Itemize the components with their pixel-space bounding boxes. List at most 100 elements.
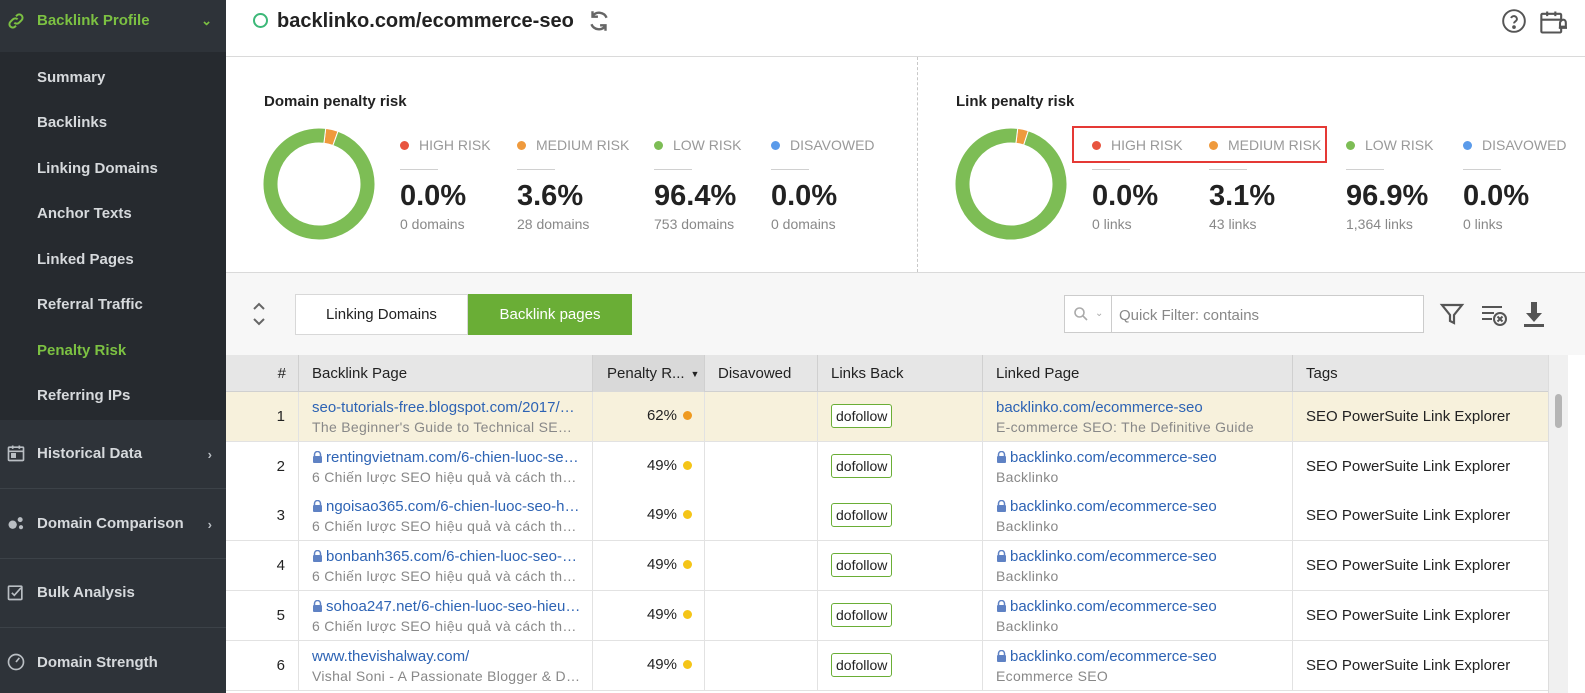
risk-dot xyxy=(683,411,692,420)
sidebar-section-label: Bulk Analysis xyxy=(37,584,135,601)
column-header-tags[interactable]: Tags xyxy=(1293,355,1548,392)
linked-page-url[interactable]: backlinko.com/ecommerce-seo xyxy=(996,598,1217,615)
column-header-links-back[interactable]: Links Back xyxy=(818,355,983,392)
backlink-url[interactable]: bonbanh365.com/6-chien-luoc-seo-hi... xyxy=(312,548,582,565)
cell-disavowed[interactable] xyxy=(705,640,818,690)
refresh-icon[interactable] xyxy=(586,8,612,34)
cell-penalty-risk: 49% xyxy=(593,491,705,541)
sidebar-item-penalty-risk[interactable]: Penalty Risk xyxy=(37,342,126,359)
penalty-value: 49% xyxy=(646,556,677,574)
sidebar-section-historical-data[interactable]: Historical Data › xyxy=(0,420,226,488)
collapse-expand-icon[interactable] xyxy=(250,300,268,328)
sidebar-section-domain-strength[interactable]: Domain Strength xyxy=(0,628,226,693)
row-number: 3 xyxy=(276,507,285,525)
cell-tags: SEO PowerSuite Link Explorer xyxy=(1293,491,1548,540)
divider xyxy=(1209,169,1247,170)
calendar-alert-icon[interactable] xyxy=(1539,8,1567,36)
cell-disavowed[interactable] xyxy=(705,392,818,441)
sidebar-section-bulk-analysis[interactable]: Bulk Analysis xyxy=(0,559,226,627)
medium-risk-count: 28 domains xyxy=(517,216,590,232)
calendar-icon xyxy=(7,445,25,462)
cell-disavowed[interactable] xyxy=(705,590,818,640)
risk-dot xyxy=(683,460,692,470)
table-row[interactable]: 3 ngoisao365.com/6-chien-luoc-seo-hie... 6… xyxy=(226,491,1548,542)
table-row[interactable]: 5 sohoa247.net/6-chien-luoc-seo-hieu-q...… xyxy=(226,590,1548,641)
tab-backlink-pages[interactable]: Backlink pages xyxy=(468,294,632,335)
sidebar-section-domain-comparison[interactable]: Domain Comparison › xyxy=(0,489,226,558)
cell-disavowed[interactable] xyxy=(705,491,818,541)
backlink-url[interactable]: www.thevishalway.com/ xyxy=(312,648,469,665)
sidebar-section-label: Domain Comparison xyxy=(37,515,184,532)
tag-label: SEO PowerSuite Link Explorer xyxy=(1306,408,1511,425)
backlink-url[interactable]: rentingvietnam.com/6-chien-luoc-seo-... xyxy=(312,449,582,466)
cell-penalty-risk: 49% xyxy=(593,441,705,491)
cell-disavowed[interactable] xyxy=(705,541,818,591)
sidebar-item-linked-pages[interactable]: Linked Pages xyxy=(37,251,134,268)
tab-linking-domains[interactable]: Linking Domains xyxy=(295,294,468,335)
table-row[interactable]: 4 bonbanh365.com/6-chien-luoc-seo-hi... 6 … xyxy=(226,541,1548,592)
lock-icon xyxy=(313,500,322,513)
divider xyxy=(517,169,555,170)
linked-page-title: Backlinko xyxy=(996,617,1059,634)
backlink-url[interactable]: ngoisao365.com/6-chien-luoc-seo-hie... xyxy=(312,498,582,515)
linked-page-url[interactable]: backlinko.com/ecommerce-seo xyxy=(996,399,1203,416)
cell-linked-page: backlinko.com/ecommerce-seo Backlinko xyxy=(983,590,1293,640)
sidebar-item-backlinks[interactable]: Backlinks xyxy=(37,114,107,131)
search-icon[interactable] xyxy=(1073,306,1089,322)
penalty-value: 49% xyxy=(646,506,677,524)
linked-page-url[interactable]: backlinko.com/ecommerce-seo xyxy=(996,449,1217,466)
scrollbar-thumb[interactable] xyxy=(1555,394,1562,428)
header-label: Tags xyxy=(1306,365,1338,382)
quick-filter-input[interactable] xyxy=(1119,304,1409,326)
tag-label: SEO PowerSuite Link Explorer xyxy=(1306,457,1511,475)
penalty-value: 49% xyxy=(646,605,677,623)
download-icon[interactable] xyxy=(1520,299,1548,329)
linked-page-title: Backlinko xyxy=(996,468,1059,485)
chevron-down-icon[interactable]: ⌄ xyxy=(1095,308,1103,319)
chevron-right-icon: › xyxy=(207,517,212,532)
backlink-url-text: ngoisao365.com/6-chien-luoc-seo-hie... xyxy=(326,498,582,516)
column-header-disavowed[interactable]: Disavowed xyxy=(705,355,818,392)
sidebar-item-summary[interactable]: Summary xyxy=(37,69,105,86)
sidebar-item-referring-ips[interactable]: Referring IPs xyxy=(37,387,130,404)
column-header-penalty-risk[interactable]: Penalty R... ▼ xyxy=(593,355,705,392)
cell-backlink-page: www.thevishalway.com/Vishal Soni - A Pas… xyxy=(299,640,593,690)
column-header-number[interactable]: # xyxy=(226,355,299,392)
sidebar-section-backlink-profile[interactable]: Backlink Profile ⌄ xyxy=(0,0,226,44)
legend-label: DISAVOWED xyxy=(1482,137,1567,153)
column-header-backlink-page[interactable]: Backlink Page xyxy=(299,355,593,392)
divider xyxy=(1346,169,1384,170)
table-row[interactable]: 1 seo-tutorials-free.blogspot.com/2017/03… xyxy=(226,392,1548,442)
column-header-linked-page[interactable]: Linked Page xyxy=(983,355,1293,392)
backlink-page-title: Vishal Soni - A Passionate Blogger & Dig… xyxy=(312,667,582,684)
disavowed-percent: 0.0% xyxy=(1463,180,1530,212)
cell-tags: SEO PowerSuite Link Explorer xyxy=(1293,442,1548,491)
sort-desc-icon: ▼ xyxy=(690,368,700,379)
cell-linked-page: backlinko.com/ecommerce-seo Ecommerce SEO xyxy=(983,640,1293,690)
cell-links-back: dofollow xyxy=(818,392,983,441)
sidebar-item-referral-traffic[interactable]: Referral Traffic xyxy=(37,296,143,313)
linked-page-url[interactable]: backlinko.com/ecommerce-seo xyxy=(996,548,1217,565)
table-row[interactable]: 6 www.thevishalway.com/Vishal Soni - A Pa… xyxy=(226,640,1548,691)
chevron-down-icon: ⌄ xyxy=(201,13,212,28)
clear-filter-icon[interactable] xyxy=(1480,299,1508,329)
sidebar-item-linking-domains[interactable]: Linking Domains xyxy=(37,160,158,177)
disavowed-count: 0 domains xyxy=(771,216,836,232)
linked-page-url[interactable]: backlinko.com/ecommerce-seo xyxy=(996,498,1217,515)
lock-icon xyxy=(313,599,322,612)
linked-page-url[interactable]: backlinko.com/ecommerce-seo xyxy=(996,648,1217,665)
legend-dot xyxy=(1463,140,1472,150)
header-divider xyxy=(226,56,1585,57)
table-row[interactable]: 2 rentingvietnam.com/6-chien-luoc-seo-...… xyxy=(226,441,1548,492)
low-risk-percent: 96.4% xyxy=(654,180,737,212)
sidebar-item-anchor-texts[interactable]: Anchor Texts xyxy=(37,205,132,222)
backlink-url[interactable]: sohoa247.net/6-chien-luoc-seo-hieu-q... xyxy=(312,598,582,615)
help-icon[interactable] xyxy=(1501,8,1527,34)
cell-tags: SEO PowerSuite Link Explorer xyxy=(1293,392,1548,441)
vertical-scrollbar[interactable] xyxy=(1548,355,1568,693)
backlink-url[interactable]: seo-tutorials-free.blogspot.com/2017/03.… xyxy=(312,399,582,416)
cell-backlink-page: rentingvietnam.com/6-chien-luoc-seo-... 6… xyxy=(299,441,593,491)
cell-disavowed[interactable] xyxy=(705,441,818,491)
filter-icon[interactable] xyxy=(1438,299,1466,329)
legend-disavowed: DISAVOWED xyxy=(771,137,875,153)
